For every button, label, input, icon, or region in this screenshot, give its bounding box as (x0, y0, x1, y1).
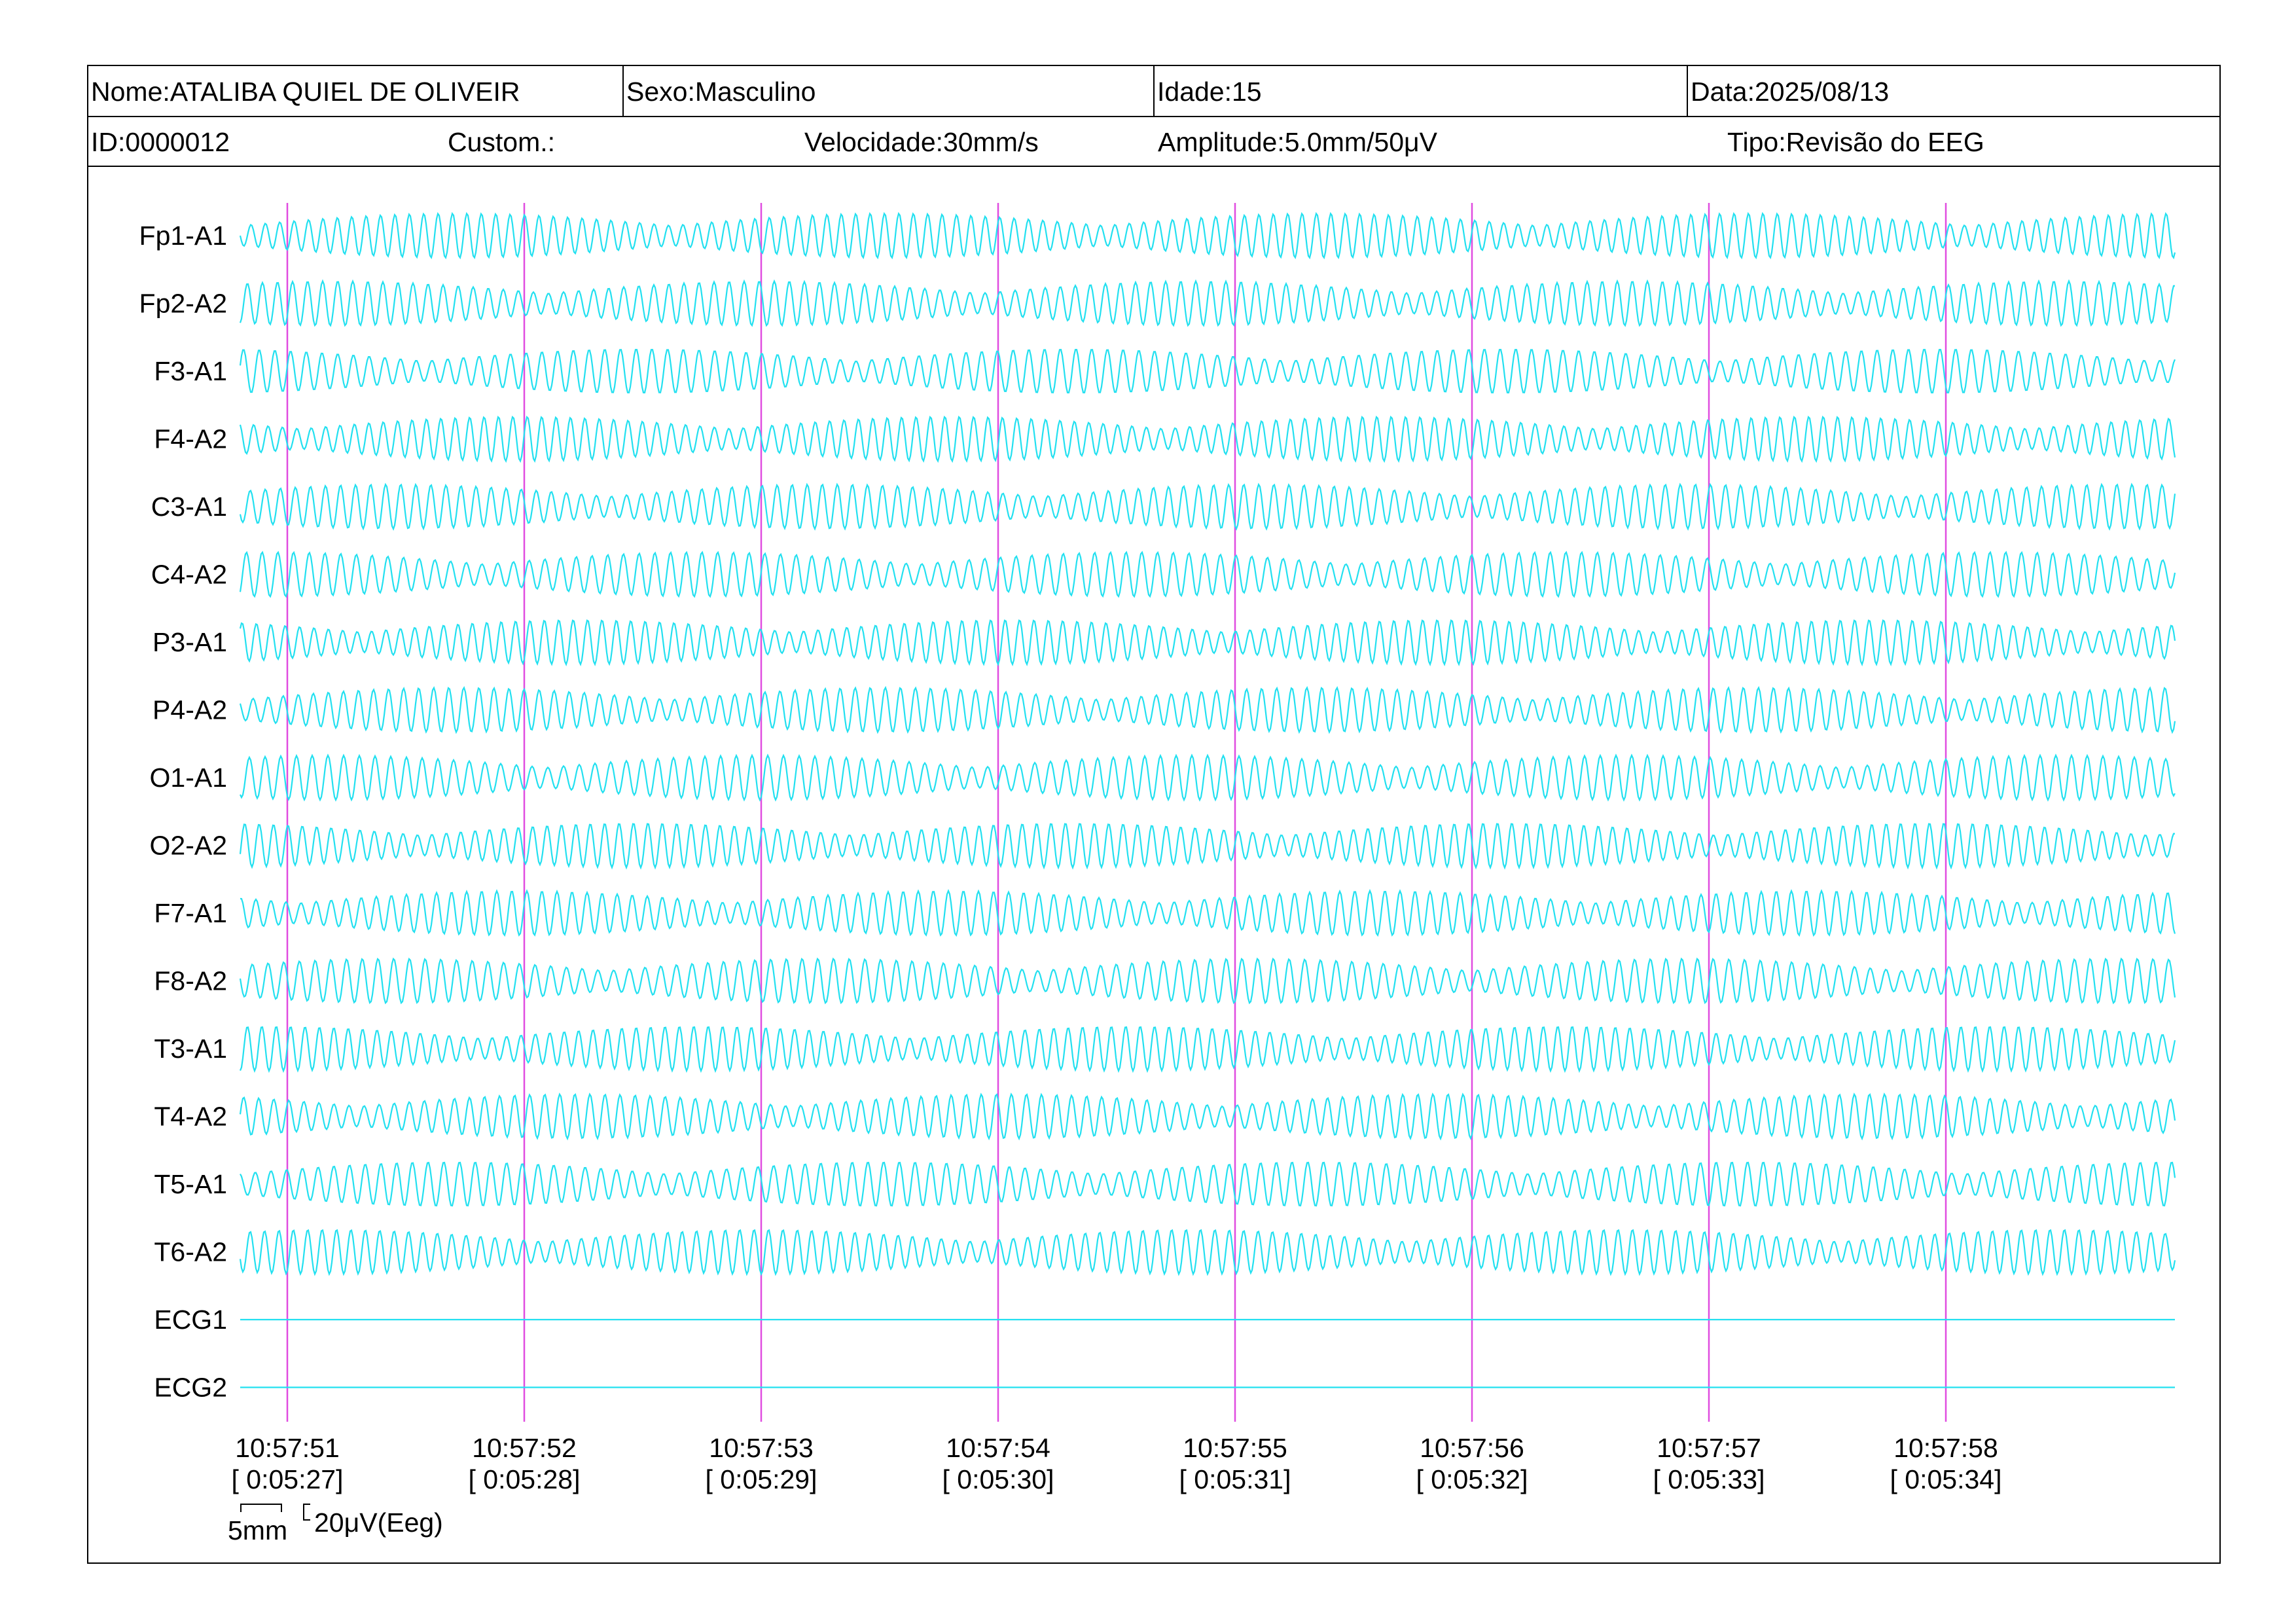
channel-label: C4-A2 (151, 560, 227, 590)
time-clock-label: 10:57:53 (709, 1433, 814, 1463)
time-elapsed-label: [ 0:05:32] (1416, 1464, 1528, 1494)
amplitude-scale-label: 20μV(Eeg) (314, 1507, 443, 1538)
channel-label: T5-A1 (154, 1169, 227, 1199)
time-elapsed-label: [ 0:05:27] (232, 1464, 344, 1494)
channel-label: Fp1-A1 (139, 221, 227, 251)
amplitude-scale-bracket (303, 1504, 310, 1521)
time-clock-label: 10:57:56 (1420, 1433, 1524, 1463)
channel-trace (239, 1026, 2176, 1074)
channel-trace (239, 619, 2176, 666)
channel-trace (239, 348, 2176, 394)
channel-label: T4-A2 (154, 1102, 227, 1132)
channel-trace (239, 482, 2176, 531)
channel-trace (239, 279, 2175, 327)
channel-trace (239, 211, 2176, 260)
channel-traces (239, 211, 2176, 1388)
time-elapsed-label: [ 0:05:28] (469, 1464, 581, 1494)
channel-trace (240, 753, 2176, 802)
channel-trace (240, 1161, 2176, 1207)
time-clock-label: 10:57:52 (472, 1433, 577, 1463)
time-scale-bracket (240, 1504, 282, 1512)
time-elapsed-label: [ 0:05:29] (706, 1464, 817, 1494)
channel-trace (239, 550, 2176, 598)
channel-label: T6-A2 (154, 1237, 227, 1267)
channel-label: P3-A1 (152, 627, 227, 657)
eeg-trace-area: Fp1-A1 Fp2-A2 F3-A1 F4-A2 C3-A1 C4-A2 P3-A1 P4-… (139, 203, 2176, 1545)
time-elapsed-label: [ 0:05:30] (942, 1464, 1054, 1494)
channel-trace (239, 1229, 2176, 1276)
channel-label: ECG1 (154, 1305, 227, 1335)
time-elapsed-label: [ 0:05:31] (1179, 1464, 1291, 1494)
time-clock-label: 10:57:57 (1657, 1433, 1761, 1463)
channel-label: ECG2 (154, 1373, 227, 1403)
channel-label: F4-A2 (154, 424, 227, 454)
channel-label: F3-A1 (154, 356, 227, 386)
scale-bar: 5mm 20μV(Eeg) (228, 1504, 443, 1545)
channel-label: P4-A2 (152, 695, 227, 725)
time-clock-label: 10:57:54 (946, 1433, 1050, 1463)
time-clock-label: 10:57:58 (1893, 1433, 1998, 1463)
channel-label: Fp2-A2 (139, 289, 227, 319)
channel-trace (239, 1092, 2176, 1141)
time-clock-label: 10:57:55 (1183, 1433, 1287, 1463)
channel-label: C3-A1 (151, 492, 227, 522)
channel-label: O2-A2 (150, 831, 228, 861)
channel-trace (239, 957, 2176, 1005)
channel-label: T3-A1 (154, 1034, 227, 1064)
time-clock-label: 10:57:51 (235, 1433, 340, 1463)
channel-label: F7-A1 (154, 898, 227, 928)
time-scale-label: 5mm (228, 1515, 287, 1545)
channel-labels: Fp1-A1 Fp2-A2 F3-A1 F4-A2 C3-A1 C4-A2 P3-A1 P4-… (139, 221, 227, 1403)
channel-trace (239, 415, 2176, 463)
channel-trace (239, 685, 2176, 734)
time-axis: 10:57:51[ 0:05:27] 10:57:52[ 0:05:28] 10:5… (232, 1433, 2002, 1494)
channel-trace (239, 823, 2175, 870)
channel-label: F8-A2 (154, 966, 227, 996)
channel-label: O1-A1 (150, 763, 228, 793)
channel-trace (240, 889, 2176, 937)
time-elapsed-label: [ 0:05:33] (1653, 1464, 1765, 1494)
time-elapsed-label: [ 0:05:34] (1890, 1464, 2002, 1494)
